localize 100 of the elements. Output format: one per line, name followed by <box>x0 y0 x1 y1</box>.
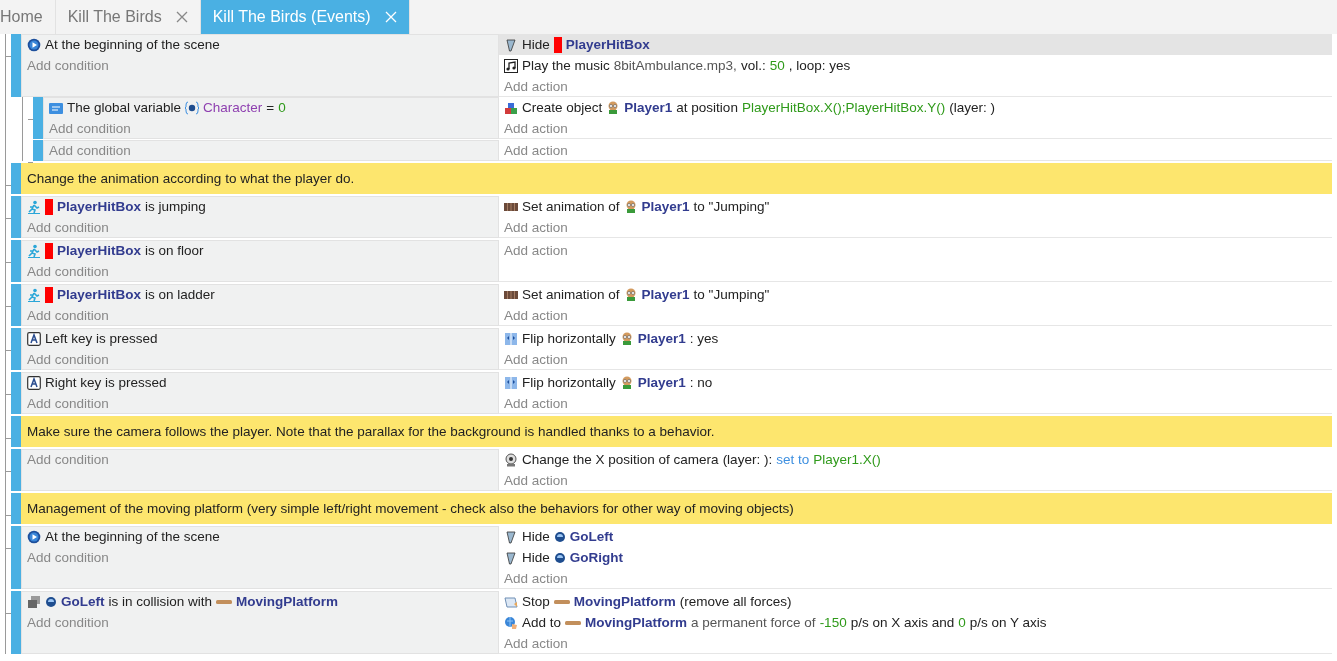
comment[interactable]: Make sure the camera follows the player. Note that the parallax for the background is handled thanks to a behavior. <box>21 416 1332 447</box>
add-action-link[interactable]: Add action <box>504 470 568 491</box>
blocks-icon <box>504 100 518 115</box>
action[interactable]: Hide PlayerHitBox <box>499 34 1332 55</box>
object-name: Player1 <box>641 286 690 304</box>
value-text: 0 <box>278 99 286 117</box>
hitbox-block-icon <box>45 198 53 215</box>
event-bar[interactable] <box>33 97 43 139</box>
object-name: Player1 <box>641 198 690 216</box>
action-text: at position <box>676 99 738 117</box>
add-action-link[interactable]: Add action <box>504 76 568 97</box>
add-condition-link[interactable]: Add condition <box>27 349 109 370</box>
running-figure-icon <box>27 243 41 258</box>
action[interactable]: Set animation of Player1 to "Jumping" <box>499 196 1332 217</box>
event-bar[interactable] <box>11 526 21 589</box>
add-condition-link[interactable]: Add condition <box>27 393 109 414</box>
add-action-link[interactable]: Add action <box>504 349 568 370</box>
add-action-link[interactable]: Add action <box>504 217 568 238</box>
add-action-link[interactable]: Add action <box>504 118 568 139</box>
orb-icon <box>553 529 566 544</box>
add-condition-link[interactable]: Add condition <box>27 612 109 633</box>
add-condition-link[interactable]: Add condition <box>27 55 109 76</box>
action-text: Stop <box>522 593 550 611</box>
add-action-link[interactable]: Add action <box>504 568 568 589</box>
action[interactable]: Flip horizontally Player1 : no <box>499 372 1332 393</box>
action[interactable]: Set animation of Player1 to "Jumping" <box>499 284 1332 305</box>
variable-name: Character <box>203 99 263 117</box>
object-name: Player1 <box>637 330 686 348</box>
condition[interactable]: GoLeft is in collision with MovingPlatform <box>27 591 499 612</box>
action[interactable]: Stop MovingPlatform (remove all forces) <box>499 591 1332 612</box>
action[interactable]: Add to MovingPlatform a permanent force of -150 p/s on X axis and 0 p/s on Y axis <box>499 612 1332 633</box>
condition[interactable]: Left key is pressed <box>27 328 499 349</box>
action-text: Create object <box>522 99 603 117</box>
hitbox-block-icon <box>553 36 562 53</box>
condition[interactable]: At the beginning of the scene <box>27 526 499 547</box>
condition-text: is jumping <box>145 198 206 216</box>
add-condition-link[interactable]: Add condition <box>27 305 109 326</box>
action[interactable]: Flip horizontally Player1 : yes <box>499 328 1332 349</box>
key-icon <box>27 375 41 390</box>
tab[interactable]: Home <box>0 0 56 34</box>
object-name: Player1 <box>637 374 686 392</box>
object-name: GoLeft <box>61 593 105 611</box>
event-bar[interactable] <box>11 34 21 97</box>
object-name: GoRight <box>569 549 623 567</box>
orb-icon <box>553 550 566 565</box>
add-action-link[interactable]: Add action <box>504 633 568 654</box>
action-text: p/s on X axis and <box>850 614 955 632</box>
event-bar[interactable] <box>11 196 21 238</box>
condition-text: is on ladder <box>145 286 215 304</box>
event-bar[interactable] <box>11 328 21 370</box>
event-bar[interactable] <box>11 163 21 194</box>
add-action-link[interactable]: Add action <box>504 305 568 326</box>
add-condition-link[interactable]: Add condition <box>27 261 109 282</box>
action[interactable]: Change the X position of camera (layer: ): set to Player1.X() <box>499 449 1332 470</box>
action[interactable]: Create object Player1 at position PlayerHitBox.X();PlayerHitBox.Y() (layer: ) <box>499 97 1332 118</box>
add-condition-link[interactable]: Add condition <box>27 217 109 238</box>
add-condition-link[interactable]: Add condition <box>49 140 131 161</box>
comment[interactable]: Management of the moving platform (very simple left/right movement - check also the behaviors for other way of moving objects) <box>21 493 1332 524</box>
hitbox-block-icon <box>45 242 53 259</box>
tab[interactable]: Kill The Birds (Events) <box>200 0 410 34</box>
action[interactable]: Hide GoRight <box>499 547 1332 568</box>
add-action-link[interactable]: Add action <box>504 240 568 261</box>
add-condition-link[interactable]: Add condition <box>27 449 109 470</box>
pencil-icon <box>504 550 518 565</box>
event-bar[interactable] <box>11 493 21 524</box>
action-text: (layer: ): <box>722 451 773 469</box>
add-condition-link[interactable]: Add condition <box>27 547 109 568</box>
flip-icon <box>504 375 518 390</box>
action-text: Set animation of <box>522 198 620 216</box>
condition[interactable]: PlayerHitBox is on ladder <box>27 284 499 305</box>
object-name: PlayerHitBox <box>57 242 142 260</box>
condition[interactable]: The global variable Character = 0 <box>49 97 499 118</box>
add-action-link[interactable]: Add action <box>504 393 568 414</box>
action[interactable]: Hide GoLeft <box>499 526 1332 547</box>
comment[interactable]: Change the animation according to what the player do. <box>21 163 1332 194</box>
action-text: Flip horizontally <box>522 374 616 392</box>
event-bar[interactable] <box>11 591 21 654</box>
variable-icon <box>49 100 63 115</box>
add-condition-link[interactable]: Add condition <box>49 118 131 139</box>
condition[interactable]: At the beginning of the scene <box>27 34 499 55</box>
running-figure-icon <box>27 287 41 302</box>
condition[interactable]: PlayerHitBox is jumping <box>27 196 499 217</box>
event-bar[interactable] <box>33 140 43 161</box>
running-figure-icon <box>27 199 41 214</box>
action-text: vol.: <box>740 57 766 75</box>
event-bar[interactable] <box>11 284 21 326</box>
close-icon[interactable] <box>175 11 188 23</box>
value-text: 50 <box>769 57 785 75</box>
condition[interactable]: Right key is pressed <box>27 372 499 393</box>
event-bar[interactable] <box>11 449 21 491</box>
event-bar[interactable] <box>11 372 21 414</box>
event-bar[interactable] <box>11 416 21 447</box>
event-bar[interactable] <box>11 240 21 282</box>
action-text: to "Jumping" <box>693 198 770 216</box>
condition-text: At the beginning of the scene <box>45 36 220 54</box>
condition[interactable]: PlayerHitBox is on floor <box>27 240 499 261</box>
add-action-link[interactable]: Add action <box>504 140 568 161</box>
action[interactable]: Play the music 8bitAmbulance.mp3, vol.: 50 , loop: yes <box>499 55 1332 76</box>
action-text: Add to <box>522 614 562 632</box>
action-text: p/s on Y axis <box>969 614 1047 632</box>
